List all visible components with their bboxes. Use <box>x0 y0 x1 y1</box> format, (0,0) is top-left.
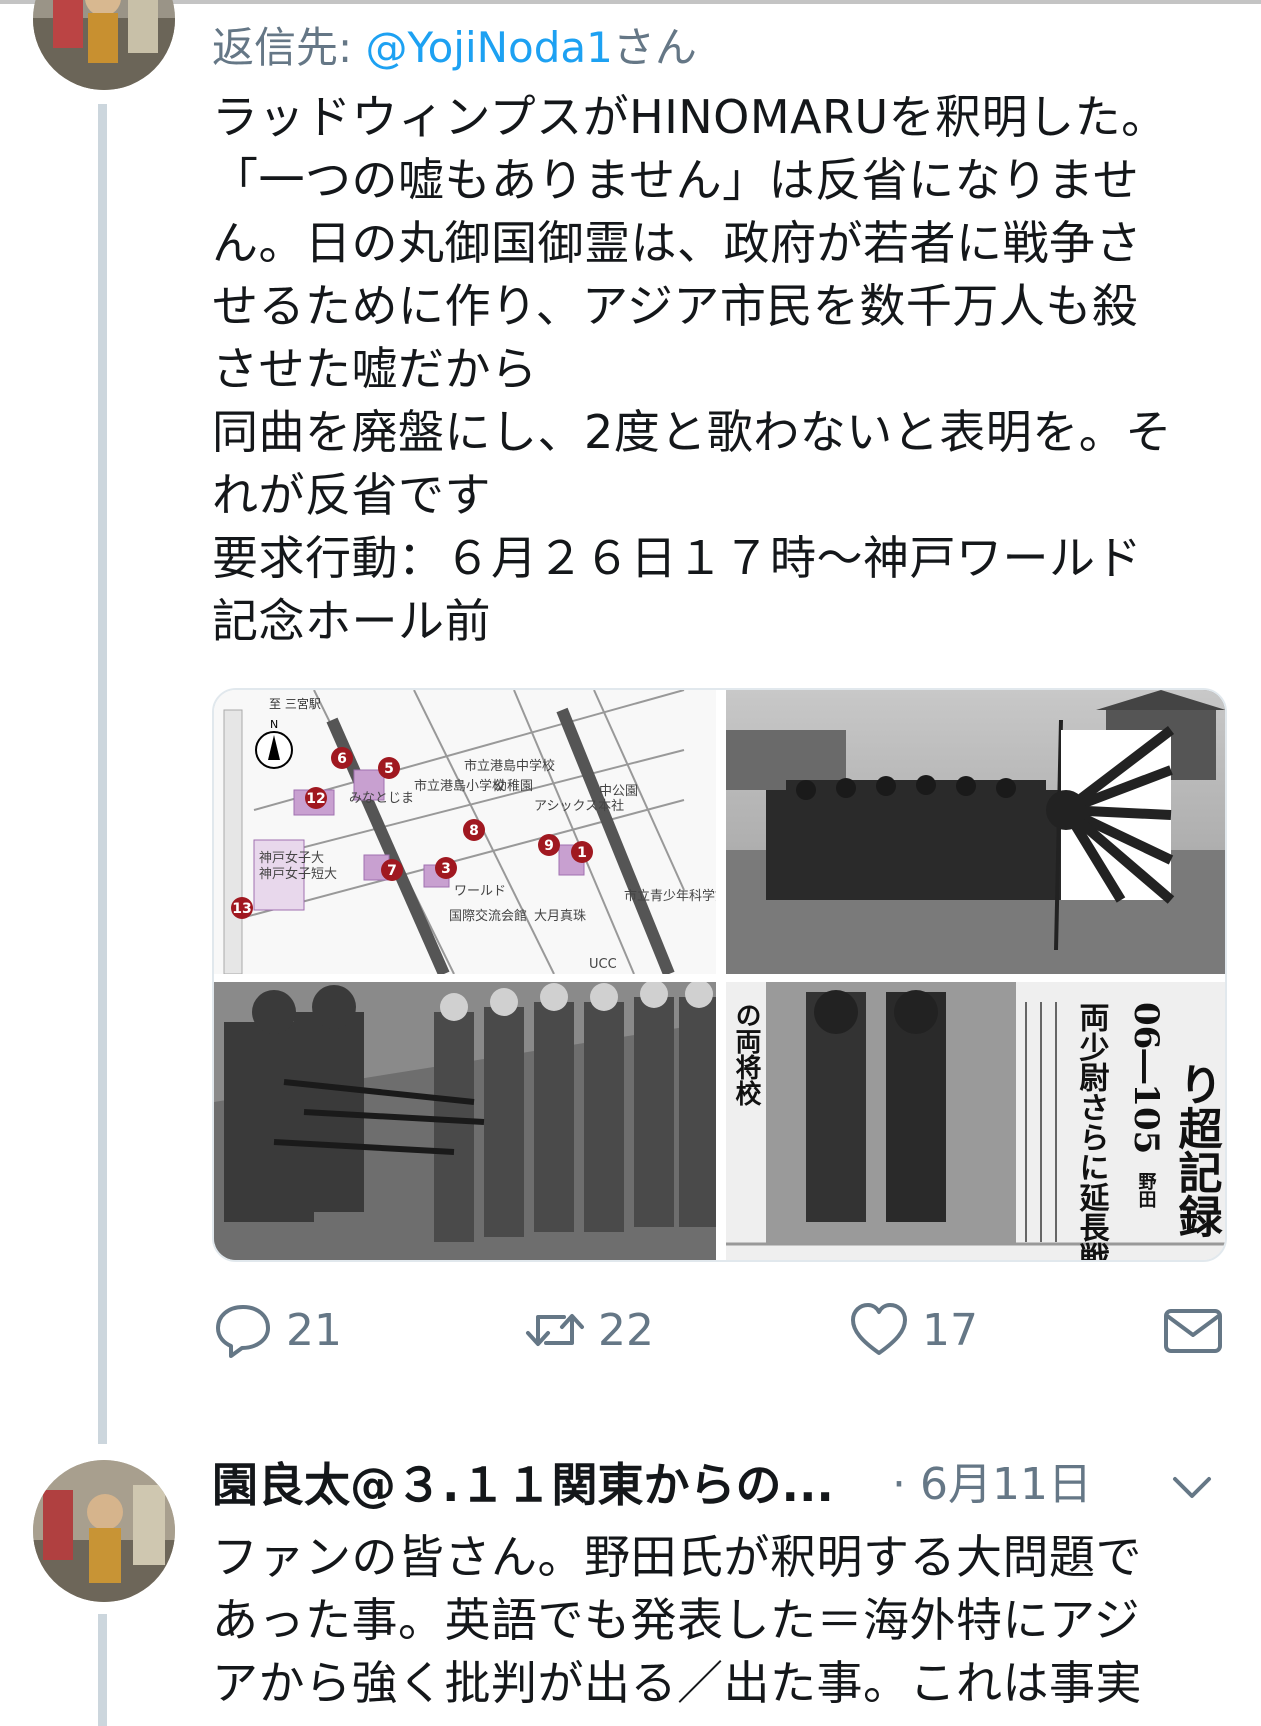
tweet-line: ラッドウィンプスがHINOMARUを釈明した。 <box>212 90 1168 144</box>
retweet-button[interactable]: 22 <box>524 1290 654 1370</box>
map-label: アシックス本社 <box>534 798 624 814</box>
map-marker: 1 <box>577 845 587 861</box>
retweet-count: 22 <box>598 1304 654 1356</box>
retweet-icon <box>526 1314 584 1346</box>
headline: り超記録 <box>1171 1062 1223 1238</box>
troops-marching-photo[interactable] <box>726 690 1225 974</box>
map-marker: 9 <box>544 838 554 854</box>
like-button[interactable]: 17 <box>848 1290 978 1370</box>
twitter-thread: 返信先: @YojiNoda1さん ラッドウィンプスがHINOMARUを釈明した… <box>0 0 1261 1726</box>
tweet-line: 要求行動：６月２６日１７時〜神戸ワールド <box>212 531 1142 585</box>
map-label: ワールド <box>454 884 506 899</box>
newspaper-drawing: り超記録 06―105 両少尉さらに延長戦 の両将校 野田 <box>726 982 1225 1262</box>
map-label: 市立青少年科学館 <box>624 888 716 904</box>
like-count: 17 <box>922 1304 978 1356</box>
tweet-body: ラッドウィンプスがHINOMARUを釈明した。 「一つの嘘もありません」は反省に… <box>212 86 1222 653</box>
map-label: 中公園 <box>599 784 638 799</box>
map-marker: 8 <box>469 823 479 839</box>
avatar-photo <box>33 0 175 90</box>
direct-message-button[interactable] <box>1162 1290 1224 1370</box>
media-grid: 至 三宮駅 N 市立港島中学校 幼稚園 市立港島小学校 アシックス本社 みなとじ… <box>212 688 1227 1262</box>
avatar[interactable] <box>33 0 175 90</box>
map-marker: 7 <box>387 863 397 879</box>
map-north: N <box>270 718 278 731</box>
map-marker: 6 <box>337 751 347 767</box>
reply-suffix: さん <box>612 23 697 72</box>
tweet-line: せるために作り、アジア市民を数千万人も殺 <box>212 279 1139 333</box>
headline: 両少尉さらに延長戦 <box>1074 1002 1111 1262</box>
tweet-line: させた嘘だから <box>212 342 538 396</box>
top-divider <box>0 0 1261 4</box>
author-name-link[interactable]: 園良太@３.１１関東からの... <box>212 1452 834 1518</box>
photo-drawing <box>214 982 716 1260</box>
reply-icon <box>216 1305 270 1358</box>
map-label: 神戸女子大 <box>259 850 324 866</box>
avatar[interactable] <box>33 1460 175 1602</box>
avatar-photo <box>33 1460 175 1602</box>
tweet-header: 園良太@３.１１関東からの... · 6月11日 <box>212 1452 1232 1518</box>
map-label: 神戸女子短大 <box>259 866 337 882</box>
map-label: 国際交流会館 <box>449 908 527 924</box>
tweet-action-bar: 21 22 17 <box>212 1290 1222 1370</box>
envelope-icon <box>1164 1309 1222 1353</box>
bayonet-photo[interactable] <box>214 982 716 1260</box>
tweet-line: アから強く批判が出る／出た事。これは事実 <box>212 1656 1142 1710</box>
map-marker: 3 <box>441 861 451 877</box>
reply-prefix: 返信先: <box>212 23 366 72</box>
map-image[interactable]: 至 三宮駅 N 市立港島中学校 幼稚園 市立港島小学校 アシックス本社 みなとじ… <box>214 690 716 974</box>
tweet-line: 記念ホール前 <box>212 594 491 648</box>
map-label: 大月真珠 <box>534 909 586 924</box>
reply-count: 21 <box>286 1304 342 1356</box>
map-label: 市立港島小学校 <box>414 778 505 794</box>
headline: 06―105 <box>1126 1002 1166 1154</box>
map-marker: 13 <box>232 901 251 917</box>
thread-connector <box>98 104 107 1444</box>
heart-icon <box>851 1303 907 1355</box>
map-drawing: 至 三宮駅 N 市立港島中学校 幼稚園 市立港島小学校 アシックス本社 みなとじ… <box>214 690 716 974</box>
map-marker: 12 <box>306 791 325 807</box>
headline: 野田 <box>1136 1172 1157 1208</box>
thread-connector <box>98 1614 107 1726</box>
tweet-date[interactable]: · 6月11日 <box>892 1452 1092 1518</box>
map-label-station: 至 三宮駅 <box>269 696 321 711</box>
newspaper-clipping[interactable]: り超記録 06―105 両少尉さらに延長戦 の両将校 野田 <box>726 982 1225 1262</box>
reply-handle-link[interactable]: @YojiNoda1 <box>366 23 613 72</box>
tweet-line: れが反省です <box>212 468 491 522</box>
map-marker: 5 <box>384 761 394 777</box>
reply-button[interactable]: 21 <box>212 1290 342 1370</box>
chevron-down-icon[interactable] <box>1167 1462 1217 1512</box>
map-label: UCC <box>589 957 617 972</box>
headline: の両将校 <box>731 1002 761 1107</box>
tweet-line: あった事。英語でも発表した＝海外特にアジ <box>212 1593 1141 1647</box>
tweet-line: 同曲を廃盤にし、2度と歌わないと表明を。そ <box>212 405 1172 459</box>
tweet-line: ファンの皆さん。野田氏が釈明する大問題で <box>212 1530 1142 1584</box>
tweet-line: ん。日の丸御国御霊は、政府が若者に戦争さ <box>212 216 1142 270</box>
tweet-line: 「一つの嘘もありません」は反省になりませ <box>212 153 1140 207</box>
map-label: 市立港島中学校 <box>464 758 555 774</box>
reply-to-line: 返信先: @YojiNoda1さん <box>212 20 697 76</box>
tweet-body: ファンの皆さん。野田氏が釈明する大問題で あった事。英語でも発表した＝海外特にア… <box>212 1526 1222 1715</box>
photo-drawing <box>726 690 1225 974</box>
map-label: みなとじま <box>349 791 414 806</box>
